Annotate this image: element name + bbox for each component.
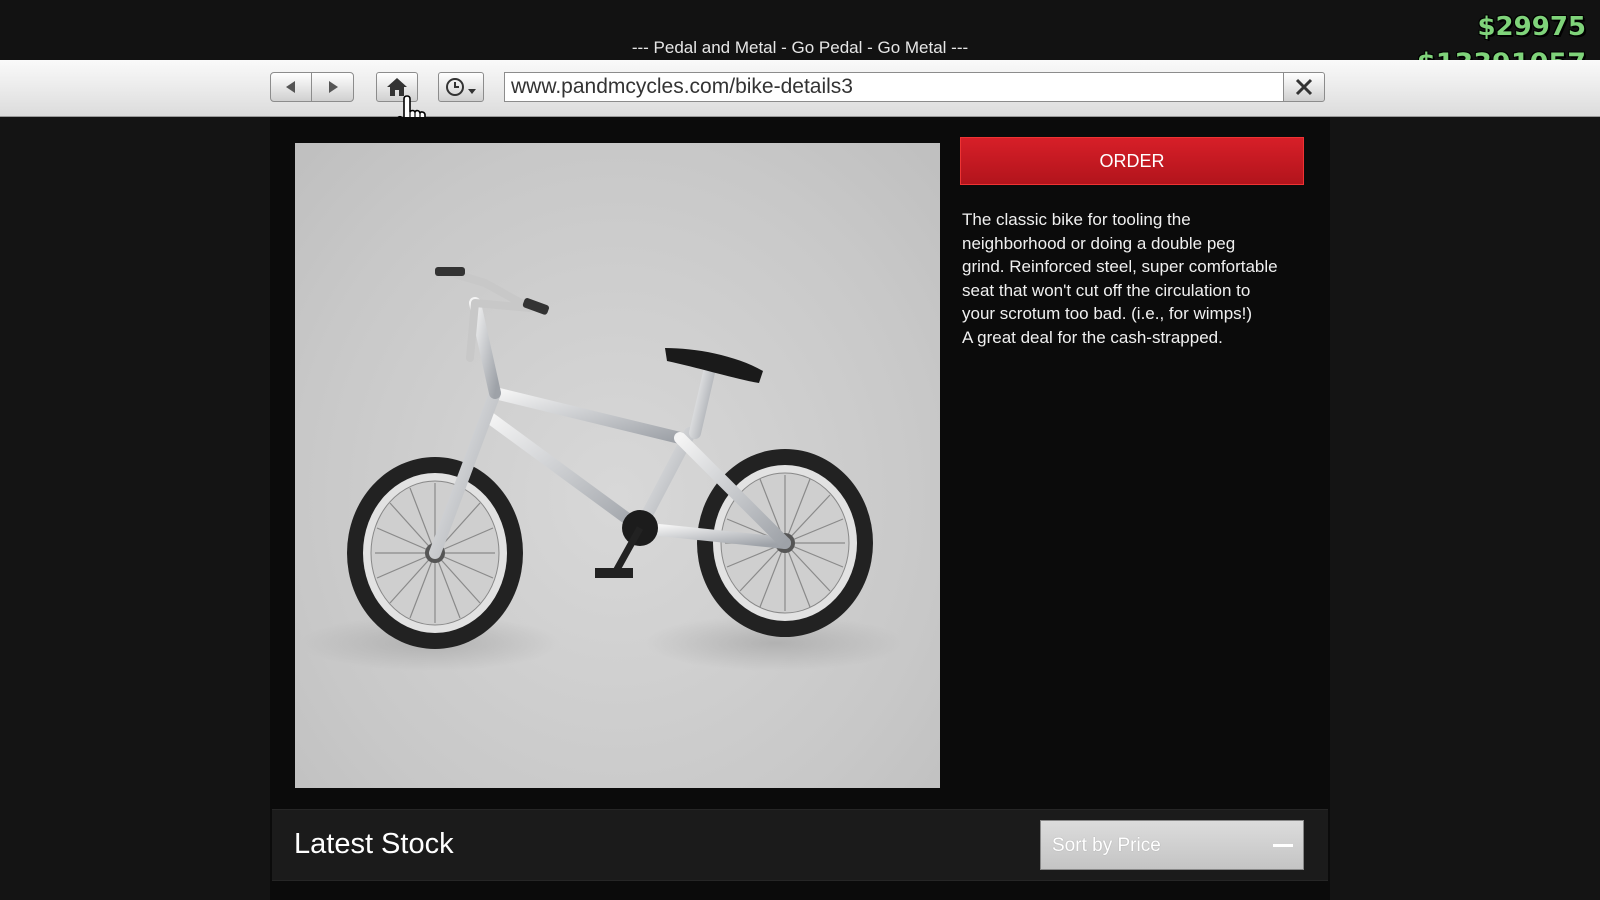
cash-amount: $29975 — [1477, 12, 1586, 42]
bmx-bike-image — [300, 267, 905, 671]
close-icon — [1295, 78, 1313, 96]
address-bar — [504, 72, 1284, 102]
back-arrow-icon — [286, 81, 295, 93]
window-title-bar: --- Pedal and Metal - Go Pedal - Go Meta… — [0, 0, 1600, 60]
description-line: neighborhood or doing a double peg — [962, 233, 1236, 253]
description-line: grind. Reinforced steel, super comfortab… — [962, 257, 1278, 277]
product-image — [295, 143, 940, 788]
latest-stock-bar: Latest Stock Sort by Price — [272, 809, 1328, 881]
sort-by-price-dropdown[interactable]: Sort by Price — [1040, 820, 1304, 870]
forward-arrow-icon — [328, 81, 338, 93]
description-line: your scrotum too bad. (i.e., for wimps!) — [962, 304, 1253, 324]
product-description: The classic bike for tooling the neighbo… — [962, 208, 1312, 350]
browser-toolbar — [0, 60, 1600, 117]
order-button[interactable]: ORDER — [960, 137, 1304, 185]
url-input[interactable] — [511, 75, 1271, 99]
sort-label: Sort by Price — [1052, 835, 1161, 856]
description-line: A great deal for the cash-strapped. — [962, 327, 1223, 347]
description-line: The classic bike for tooling the — [962, 210, 1191, 229]
back-button[interactable] — [270, 72, 312, 102]
history-clock-icon — [446, 78, 476, 96]
forward-button[interactable] — [311, 72, 354, 102]
collapse-minus-icon — [1273, 844, 1293, 847]
close-button[interactable] — [1283, 72, 1325, 102]
latest-stock-title: Latest Stock — [294, 828, 454, 860]
page-content: ORDER The classic bike for tooling the n… — [270, 117, 1330, 900]
history-button[interactable] — [438, 72, 484, 102]
window-title: --- Pedal and Metal - Go Pedal - Go Meta… — [631, 38, 969, 57]
description-line: seat that won't cut off the circulation … — [962, 280, 1251, 300]
